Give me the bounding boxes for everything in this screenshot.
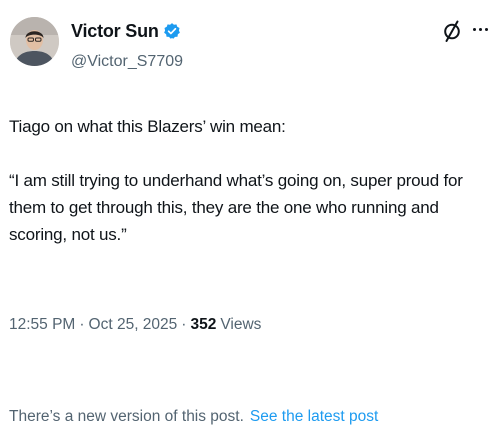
more-dots-icon[interactable] xyxy=(469,18,491,40)
avatar-photo xyxy=(10,17,59,66)
author-handle[interactable]: @Victor_S7709 xyxy=(71,53,183,71)
post-meta: 12:55 PM · Oct 25, 2025 · 352 Views xyxy=(9,316,261,334)
dot xyxy=(478,27,482,31)
avatar[interactable] xyxy=(10,17,59,66)
see-latest-post-link[interactable]: See the latest post xyxy=(250,408,378,426)
author-name-row[interactable]: Victor Sun xyxy=(71,20,181,42)
grok-icon[interactable] xyxy=(441,19,463,43)
post-time[interactable]: 12:55 PM xyxy=(9,316,75,334)
views-label: Views xyxy=(220,316,262,333)
meta-separator: · xyxy=(181,316,187,333)
meta-separator: · xyxy=(79,316,85,333)
post-text: Tiago on what this Blazers’ win mean: “I… xyxy=(9,117,463,244)
dot xyxy=(472,27,476,31)
views-count: 352 xyxy=(190,316,217,333)
notice-text: There’s a new version of this post. xyxy=(9,408,244,425)
new-version-notice: There’s a new version of this post. See … xyxy=(9,408,378,426)
verified-badge-icon xyxy=(163,23,180,39)
post-date[interactable]: Oct 25, 2025 xyxy=(89,316,178,334)
author-display-name[interactable]: Victor Sun xyxy=(71,21,159,42)
dot xyxy=(484,27,488,31)
post-card: Victor Sun @Victor_S7709 Tiago on what t… xyxy=(0,0,500,440)
